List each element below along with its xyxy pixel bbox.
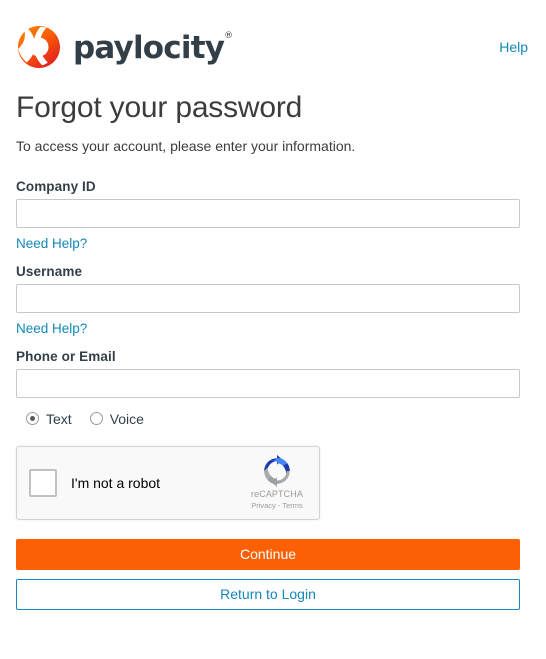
phone-or-email-input[interactable]	[16, 368, 520, 398]
return-to-login-button[interactable]: Return to Login	[16, 578, 520, 610]
page-subtitle: To access your account, please enter you…	[16, 137, 356, 154]
recaptcha-legal-links[interactable]: Privacy - Terms	[251, 502, 303, 510]
forgot-password-form: Company ID Need Help? Username Need Help…	[16, 179, 530, 610]
recaptcha-brand: reCAPTCHA Privacy - Terms	[243, 455, 319, 510]
company-id-need-help-link[interactable]: Need Help?	[16, 236, 87, 251]
page-header: paylocity® Help	[16, 0, 530, 72]
username-label: Username	[16, 263, 83, 279]
username-input[interactable]	[16, 283, 520, 313]
help-link[interactable]: Help	[499, 39, 530, 55]
company-id-label: Company ID	[16, 178, 96, 194]
company-id-input[interactable]	[16, 198, 520, 228]
radio-indicator-text[interactable]	[26, 412, 39, 426]
brand: paylocity®	[16, 24, 233, 70]
brand-wordmark: paylocity®	[73, 29, 234, 66]
radio-label-voice: Voice	[109, 410, 144, 427]
recaptcha-widget[interactable]: I'm not a robot reCAPTCHA Privacy - Term…	[16, 445, 320, 520]
recaptcha-checkbox[interactable]	[29, 468, 57, 497]
recaptcha-label: I'm not a robot	[71, 474, 161, 491]
username-group: Username Need Help?	[16, 264, 530, 338]
page-title: Forgot your password	[16, 91, 303, 124]
phone-or-email-group: Phone or Email	[16, 349, 530, 398]
radio-label-text: Text	[46, 410, 72, 427]
continue-button[interactable]: Continue	[16, 538, 520, 570]
delivery-method-radio-group: Text Voice	[16, 411, 530, 427]
radio-option-voice[interactable]: Voice	[89, 410, 144, 427]
forgot-password-page: paylocity® Help Forgot your password To …	[0, 0, 546, 659]
recaptcha-arrows-icon	[261, 455, 293, 488]
radio-option-text[interactable]: Text	[26, 411, 72, 427]
paylocity-ring-logo-icon	[16, 24, 62, 70]
recaptcha-brand-name: reCAPTCHA	[251, 489, 303, 500]
brand-trademark: ®	[224, 31, 234, 42]
recaptcha-check-area[interactable]: I'm not a robot	[17, 468, 243, 497]
phone-or-email-label: Phone or Email	[16, 348, 116, 364]
username-need-help-link[interactable]: Need Help?	[16, 321, 87, 336]
radio-indicator-voice[interactable]	[89, 412, 103, 426]
company-id-group: Company ID Need Help?	[16, 179, 530, 253]
